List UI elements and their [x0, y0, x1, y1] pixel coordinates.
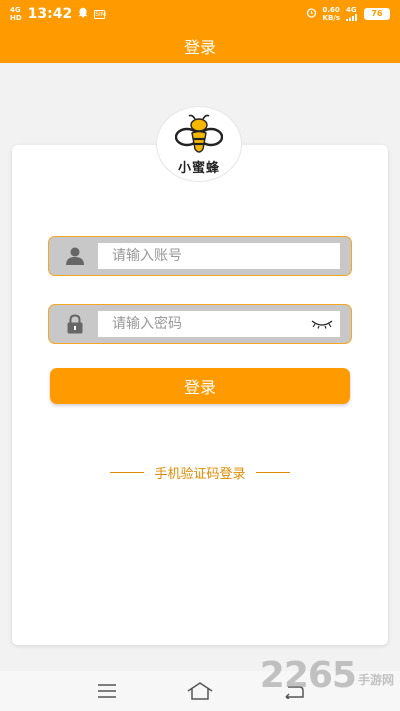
speed-value: 0.60	[322, 6, 340, 14]
login-button[interactable]: 登录	[50, 368, 350, 404]
password-input[interactable]	[98, 311, 304, 337]
status-left: 4G HD 13:42 SIM	[10, 6, 107, 22]
home-button[interactable]	[180, 676, 220, 706]
watermark: 2265 手游网	[260, 656, 394, 696]
sms-login-label: 手机验证码登录	[154, 466, 246, 482]
account-field-inner	[52, 240, 348, 272]
alarm-icon	[306, 7, 317, 21]
battery-icon: 76	[364, 8, 390, 20]
divider-left	[110, 471, 145, 473]
account-input[interactable]	[98, 243, 340, 269]
page-title: 登录	[183, 37, 216, 57]
lock-icon	[67, 314, 83, 334]
home-icon	[187, 682, 213, 700]
password-input-wrap	[98, 311, 340, 337]
sim-icon: SIM	[94, 9, 107, 19]
network-hd: HD	[10, 14, 22, 22]
title-bar: 登录	[0, 28, 400, 63]
account-field	[48, 236, 352, 276]
watermark-number: 2265	[259, 655, 357, 696]
menu-icon	[97, 684, 116, 698]
logo-text: 小蜜蜂	[177, 161, 220, 176]
signal-type: 4G	[346, 5, 357, 14]
network-type: 4G	[10, 6, 21, 14]
eye-closed-icon[interactable]	[304, 319, 340, 329]
menu-button[interactable]	[87, 676, 127, 706]
account-icon-box	[52, 240, 98, 272]
watermark-text: 手游网	[357, 673, 394, 687]
network-speed: 0.60 KB/s	[323, 6, 340, 22]
divider-right	[255, 471, 290, 473]
signal-indicator: 4G	[346, 6, 358, 23]
status-right: 0.60 KB/s 4G 76	[306, 6, 390, 23]
qq-icon	[78, 7, 88, 21]
user-icon	[66, 247, 84, 265]
status-bar: 4G HD 13:42 SIM 0.60 KB/s 4G 76	[0, 0, 400, 28]
password-icon-box	[52, 308, 98, 340]
sms-login-link[interactable]: 手机验证码登录	[96, 462, 304, 482]
app-logo: 小蜜蜂	[156, 106, 242, 182]
bee-icon	[175, 114, 223, 153]
password-field	[48, 304, 352, 344]
password-field-inner	[52, 308, 348, 340]
speed-unit: KB/s	[322, 14, 340, 22]
network-indicator: 4G HD	[10, 6, 22, 22]
status-time: 13:42	[27, 6, 73, 22]
signal-bars-icon	[346, 13, 357, 21]
